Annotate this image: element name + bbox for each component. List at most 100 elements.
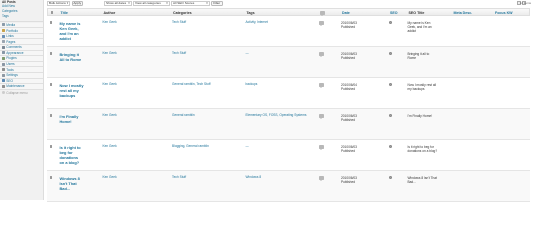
table-header: Title Author Categories Tags Date SEO SE… (47, 7, 530, 17)
post-title-link[interactable]: Bringing it All to Rome (60, 52, 84, 62)
media-icon (1, 23, 5, 27)
column-meta-desc[interactable]: Meta Desc. (454, 11, 473, 15)
menu-item-label: Users (6, 62, 15, 67)
menu-item-label: Maintenance (6, 84, 25, 89)
collapse-menu-button[interactable]: Collapse menu (0, 90, 43, 96)
post-date: 2010/06/03 Published (341, 21, 357, 29)
settings-icon (1, 73, 5, 77)
seo-score-filter-select[interactable]: All SEO Scores (171, 0, 210, 6)
seo-icon (1, 79, 5, 83)
menu-item-label: SEO (6, 78, 14, 83)
post-status: Published (341, 55, 355, 60)
post-tags[interactable]: — (246, 144, 314, 149)
row-checkbox[interactable] (49, 21, 53, 24)
column-tags: Tags (246, 11, 255, 16)
filter-button[interactable]: Filter (211, 0, 223, 6)
seo-score-dot-icon (389, 175, 393, 180)
post-categories[interactable]: General ramblin, Tech Stuff (172, 82, 240, 87)
table-row: Is it right to beg for donations on a bl… (47, 140, 530, 171)
row-checkbox[interactable] (49, 145, 53, 148)
post-tags[interactable]: — (246, 51, 314, 56)
item-count: 12 items (519, 1, 531, 6)
plugins-icon (1, 56, 5, 60)
menu-item-label: Tools (6, 67, 14, 72)
dates-filter-select[interactable]: Show all dates (104, 0, 132, 6)
comment-count-icon[interactable] (319, 144, 324, 150)
post-status: Published (341, 148, 355, 153)
post-title-link[interactable]: My name is Ken Geek, and I'm an addict (60, 21, 84, 42)
column-author: Author (103, 11, 116, 16)
collapse-icon (1, 91, 5, 95)
seo-title-value: Windows 8 Isn't That Bad... (407, 175, 437, 184)
post-categories[interactable]: Tech Stuff (172, 175, 240, 180)
post-author-link[interactable]: Ken Geek (103, 51, 117, 56)
links-icon (1, 34, 5, 38)
post-date: 2010/06/04 Published (341, 83, 357, 91)
menu-item-label: Pages (6, 39, 16, 44)
post-tags[interactable]: Elementary OS, FOSS, Operating Systems (246, 113, 314, 118)
users-icon (1, 62, 5, 66)
maintenance-icon (1, 84, 5, 88)
post-author-link[interactable]: Ken Geek (103, 20, 117, 25)
post-date: 2010/06/03 Published (341, 176, 357, 184)
post-author-link[interactable]: Ken Geek (103, 144, 117, 149)
row-checkbox[interactable] (49, 176, 53, 179)
row-checkbox[interactable] (49, 114, 53, 117)
menu-item-label: Links (6, 34, 14, 39)
post-tags[interactable]: Windows 8 (246, 175, 314, 180)
comment-count-icon[interactable] (319, 20, 324, 26)
post-author-link[interactable]: Ken Geek (103, 175, 117, 180)
post-status: Published (341, 179, 355, 184)
column-title[interactable]: Title (61, 11, 68, 15)
list-toolbar: Bulk Actions Apply Show all dates View a… (47, 0, 533, 7)
post-categories[interactable]: Tech Stuff (172, 51, 240, 56)
comment-count-icon[interactable] (319, 175, 324, 181)
menu-item-label: Portfolio (6, 28, 18, 33)
post-status: Published (341, 86, 355, 91)
seo-title-value: I'm Finally Home! (407, 113, 433, 118)
post-date: 2010/06/03 Published (341, 52, 357, 60)
seo-score-dot-icon (389, 20, 393, 25)
post-tags[interactable]: Activity, Internet (246, 20, 314, 25)
seo-title-value: Is it right to beg for donations on a bl… (407, 144, 438, 153)
post-title-link[interactable]: Windows 8 Isn't That Bad... (60, 176, 84, 192)
post-author-link[interactable]: Ken Geek (103, 113, 117, 118)
seo-score-dot-icon (389, 82, 393, 87)
select-all-checkbox[interactable] (50, 11, 54, 15)
post-title-link[interactable]: Now I mostly rest all my backups (60, 83, 84, 99)
categories-filter-select[interactable]: View all categories (133, 0, 170, 6)
seo-score-dot-icon (389, 144, 393, 149)
row-checkbox[interactable] (49, 52, 53, 55)
posts-submenu: All Posts Add New Categories Tags (0, 0, 43, 22)
table-row: My name is Ken Geek, and I'm an addict Ke… (47, 16, 530, 47)
table-body: My name is Ken Geek, and I'm an addict Ke… (47, 16, 530, 202)
post-status: Published (341, 24, 355, 29)
seo-score-dot-icon (389, 113, 393, 118)
menu-item-label: Media (6, 22, 15, 27)
bulk-actions-select[interactable]: Bulk Actions (47, 0, 70, 6)
menu-item-label: Plugins (6, 56, 17, 61)
comment-count-icon[interactable] (319, 82, 324, 88)
post-title-link[interactable]: I'm Finally Home! (60, 114, 84, 124)
seo-score-dot-icon (389, 51, 393, 56)
post-categories[interactable]: Tech Stuff (172, 20, 240, 25)
column-focus-kw[interactable]: Focus KW (495, 11, 513, 15)
column-date[interactable]: Date (342, 11, 350, 15)
post-categories[interactable]: Blogging, General ramblin (172, 144, 240, 149)
comment-count-icon[interactable] (319, 51, 324, 57)
comments-icon (1, 45, 5, 49)
column-seo[interactable]: SEO (390, 11, 398, 15)
seo-title-value: Now I mostly rest all my backups (407, 82, 437, 91)
post-categories[interactable]: General ramblin (172, 113, 240, 118)
column-categories: Categories (173, 11, 192, 16)
row-checkbox[interactable] (49, 83, 53, 86)
table-row: Bringing it All to Rome Ken Geek Tech Stuf… (47, 47, 530, 78)
portfolio-icon (1, 29, 5, 33)
comments-column-icon[interactable] (320, 11, 325, 17)
post-tags[interactable]: backups (246, 82, 314, 87)
submenu-tags[interactable]: Tags (0, 14, 43, 19)
comment-count-icon[interactable] (319, 113, 324, 119)
post-author-link[interactable]: Ken Geek (103, 82, 117, 87)
apply-button[interactable]: Apply (71, 0, 83, 6)
post-title-link[interactable]: Is it right to beg for donations on a bl… (60, 145, 84, 166)
